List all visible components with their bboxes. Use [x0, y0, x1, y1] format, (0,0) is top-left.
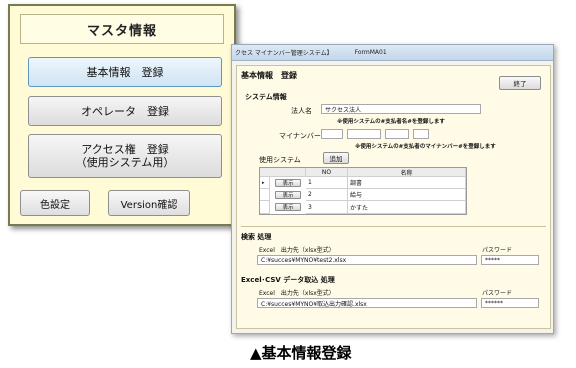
grid-row-2-show-button[interactable]: 表示 [275, 191, 301, 199]
system-section-title: システム情報 [245, 93, 287, 101]
grid-row-1-no: 1 [306, 177, 348, 189]
mynumber-field-4[interactable] [413, 129, 429, 139]
excel-output-label-2: Excel 出力先（xlsx型式） [259, 290, 335, 297]
grid-header-name: 名称 [348, 168, 466, 177]
basic-info-register-button[interactable]: 基本情報 登録 [28, 57, 222, 87]
window-title-bar: クセス マイナンバー管理システム】 FormMA01 [232, 45, 553, 61]
grid-row-marker-empty [260, 189, 270, 201]
use-system-label: 使用システム [259, 156, 301, 164]
mynumber-label: マイナンバー [279, 132, 321, 140]
grid-row-1-name[interactable]: 調書 [348, 177, 466, 189]
password-input-2[interactable]: ****** [481, 298, 539, 308]
grid-header-blank [260, 168, 306, 177]
button-label: 基本情報 登録 [86, 65, 164, 79]
button-label: アクセス権 登録 [81, 143, 169, 156]
grid-row-3-no: 3 [306, 201, 348, 214]
corp-name-input[interactable]: サクセス法人 [321, 104, 481, 114]
access-rights-register-button[interactable]: アクセス権 登録 （使用システム用） [28, 134, 222, 178]
form-body: 基本情報 登録 終了 システム情報 法人名 サクセス法人 ※使用システムの#支払… [236, 65, 551, 329]
button-label: オペレータ 登録 [81, 104, 169, 118]
button-sublabel: （使用システム用） [75, 156, 175, 169]
password-label-2: パスワード [482, 290, 513, 297]
corp-name-note: ※使用システムの#支払者名#を登録します [337, 119, 445, 125]
search-section-title: 検索 処理 [241, 233, 272, 241]
divider [241, 226, 546, 227]
corp-name-label: 法人名 [291, 107, 312, 115]
form-header: 基本情報 登録 [241, 71, 297, 80]
mynumber-field-3[interactable] [385, 129, 409, 139]
password-label: パスワード [482, 247, 513, 254]
grid-header-no: NO [306, 168, 348, 177]
grid-row-3-show-button[interactable]: 表示 [275, 203, 301, 211]
window-title-app: クセス マイナンバー管理システム】 [235, 50, 333, 57]
color-settings-button[interactable]: 色設定 [20, 190, 90, 216]
menu-title: マスタ情報 [20, 14, 224, 44]
grid-row-marker: ▸ [260, 177, 270, 189]
excel-output-path-input[interactable]: C:¥succes¥MYNO¥test2.xlsx [257, 255, 477, 265]
close-button[interactable]: 終了 [499, 76, 541, 90]
excel-output-label: Excel 出力先（xlsx型式） [259, 247, 335, 254]
add-button[interactable]: 追加 [323, 152, 349, 164]
mynumber-note: ※使用システムの#支払者のマイナンバー#を登録します [355, 144, 496, 150]
basic-info-form-window: クセス マイナンバー管理システム】 FormMA01 基本情報 登録 終了 シス… [231, 44, 554, 334]
operator-register-button[interactable]: オペレータ 登録 [28, 96, 222, 126]
csv-import-section-title: Excel･CSV データ取込 処理 [241, 276, 335, 284]
excel-output-path-input-2[interactable]: C:¥succes¥MYNO¥取込出力確認.xlsx [257, 298, 477, 308]
grid-row-2-name[interactable]: 給与 [348, 189, 466, 201]
grid-row-2-no: 2 [306, 189, 348, 201]
password-input[interactable]: ***** [481, 255, 539, 265]
mynumber-field-1[interactable] [321, 129, 343, 139]
version-check-button[interactable]: Version確認 [108, 190, 190, 216]
master-menu-panel: マスタ情報 基本情報 登録 オペレータ 登録 アクセス権 登録 （使用システム用… [8, 4, 236, 226]
use-system-grid: NO 名称 ▸ 表示 1 調書 表示 2 給与 表示 3 かすた [259, 167, 467, 215]
figure-caption: ▲基本情報登録 [250, 344, 352, 362]
grid-row-1-show-button[interactable]: 表示 [275, 179, 301, 187]
window-title-form: FormMA01 [354, 49, 387, 56]
grid-row-marker-empty [260, 201, 270, 214]
mynumber-field-2[interactable] [347, 129, 381, 139]
grid-row-3-name[interactable]: かすた [348, 201, 466, 214]
